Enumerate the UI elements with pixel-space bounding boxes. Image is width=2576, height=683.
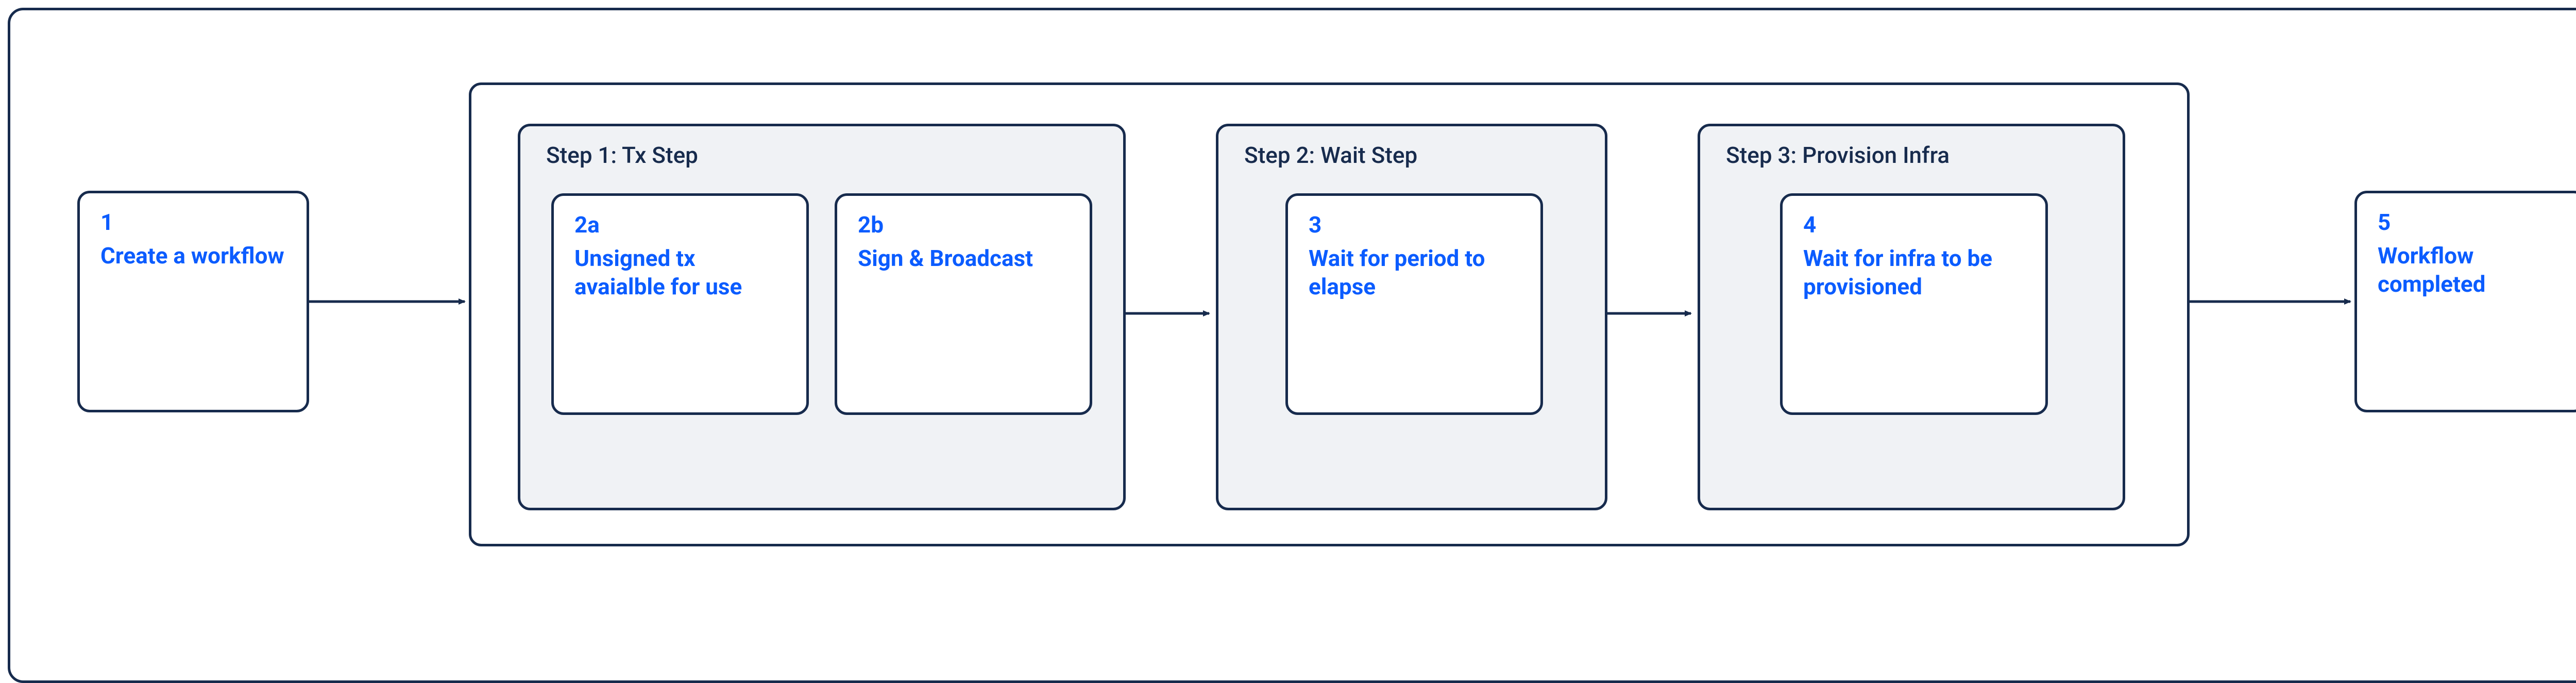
node-text: Unsigned tx avaialble for use — [574, 244, 786, 301]
node-text: Create a workflow — [100, 242, 286, 270]
step2-title: Step 2: Wait Step — [1244, 142, 1417, 169]
node-text: Wait for period to elapse — [1309, 244, 1520, 301]
node-number: 2b — [858, 212, 1069, 237]
node-text: Sign & Broadcast — [858, 244, 1069, 273]
node-number: 5 — [2378, 210, 2563, 235]
step3-node-4: 4 Wait for infra to be provisioned — [1780, 193, 2048, 415]
node-number: 2a — [574, 212, 786, 237]
workflow-diagram: 1 Create a workflow Step 1: Tx Step 2a U… — [0, 0, 2576, 659]
node-number: 1 — [100, 210, 286, 235]
node-number: 4 — [1803, 212, 2025, 237]
node-workflow-completed: 5 Workflow completed — [2354, 191, 2576, 412]
step1-title: Step 1: Tx Step — [546, 142, 698, 169]
step3-title: Step 3: Provision Infra — [1726, 142, 1950, 169]
node-number: 3 — [1309, 212, 1520, 237]
steps-group: Step 1: Tx Step 2a Unsigned tx avaialble… — [469, 82, 2190, 546]
node-text: Wait for infra to be provisioned — [1803, 244, 2025, 301]
node-create-workflow: 1 Create a workflow — [77, 191, 309, 412]
step1-frame: Step 1: Tx Step 2a Unsigned tx avaialble… — [518, 124, 1126, 510]
step3-frame: Step 3: Provision Infra 4 Wait for infra… — [1698, 124, 2125, 510]
step1-node-2a: 2a Unsigned tx avaialble for use — [551, 193, 809, 415]
node-text: Workflow completed — [2378, 242, 2563, 298]
step2-frame: Step 2: Wait Step 3 Wait for period to e… — [1216, 124, 1607, 510]
step1-node-2b: 2b Sign & Broadcast — [835, 193, 1092, 415]
step2-node-3: 3 Wait for period to elapse — [1285, 193, 1543, 415]
